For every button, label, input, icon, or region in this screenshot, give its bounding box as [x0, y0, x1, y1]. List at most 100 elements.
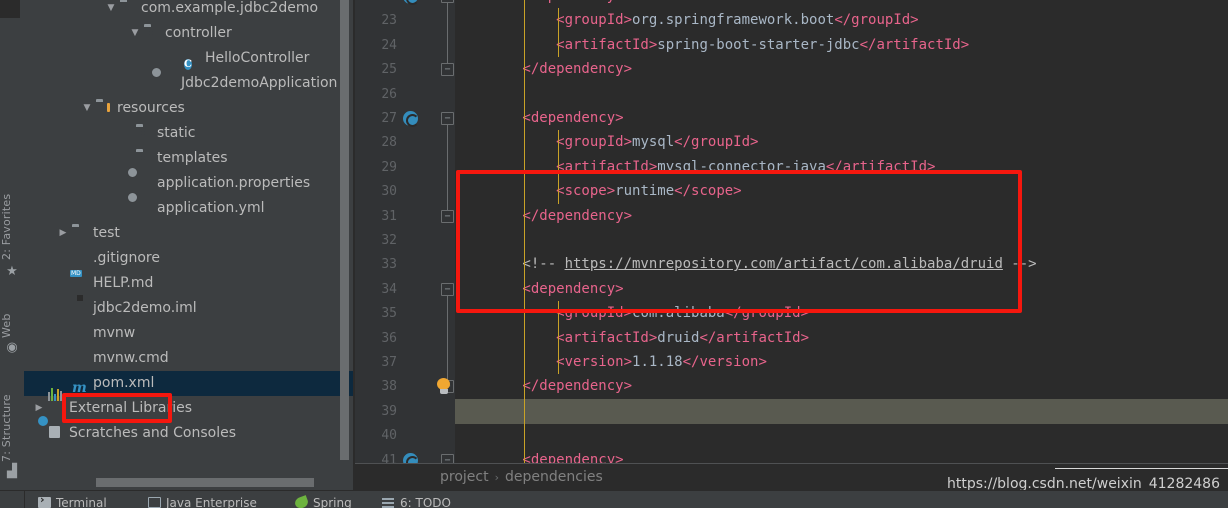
left-tool-strip: 2: Favorites ★ Web ◉ 7: Structure ▟: [0, 0, 24, 490]
xml-tag: </version>: [682, 354, 767, 370]
code-line[interactable]: <dependency>: [455, 277, 623, 302]
chevron-right-icon[interactable]: ▶: [56, 221, 70, 246]
code-line[interactable]: <artifactId>spring-boot-starter-jdbc</ar…: [455, 33, 969, 58]
xml-tag: </dependency>: [455, 378, 633, 395]
tree-node-com-example-jdbc2demo[interactable]: ▼ com.example.jdbc2demo: [24, 0, 355, 21]
fold-collapse-icon[interactable]: −: [441, 0, 454, 3]
tree-node-label: application.yml: [157, 200, 265, 216]
code-line[interactable]: <version>1.1.18</version>: [455, 350, 767, 375]
tree-node-controller[interactable]: ▼ controller: [24, 21, 355, 46]
tree-node-mvnw[interactable]: mvnw: [24, 321, 355, 346]
tool-window-tab-favorites[interactable]: 2: Favorites: [0, 182, 24, 260]
intention-bulb-icon[interactable]: [437, 378, 451, 395]
code-fold-connector: [447, 124, 448, 211]
status-bar-divider: [24, 490, 25, 508]
tool-strip-top-cap: [0, 0, 20, 18]
code-text-area[interactable]: <dependency> <groupId>org.springframewor…: [437, 0, 1228, 464]
project-tree-vertical-scrollbar[interactable]: [340, 0, 349, 490]
code-line[interactable]: <dependency>: [455, 448, 623, 464]
code-line[interactable]: <artifactId>druid</artifactId>: [455, 326, 809, 351]
tool-window-tab-web[interactable]: Web: [0, 300, 24, 338]
line-number: 38: [381, 379, 397, 395]
line-number: 30: [381, 184, 397, 200]
structure-icon: ▟: [7, 464, 17, 479]
xml-tag: <artifactId>: [455, 158, 658, 175]
xml-tag: </artifactId>: [699, 329, 810, 346]
tree-node-resources[interactable]: ▼ resources: [24, 96, 355, 121]
tree-node-mvnw-cmd[interactable]: mvnw.cmd: [24, 346, 355, 371]
fold-collapse-icon[interactable]: −: [441, 282, 454, 296]
project-tree-horizontal-scrollbar[interactable]: [96, 478, 314, 487]
maven-dependency-gutter-icon[interactable]: [403, 111, 419, 127]
indent-guide: [558, 130, 560, 204]
tree-node-jdbc2demoapplication[interactable]: Jdbc2demoApplication: [24, 71, 355, 96]
tree-node-external-libraries[interactable]: ▶ External Libraries: [24, 388, 355, 421]
tree-node-templates[interactable]: templates: [24, 146, 355, 171]
xml-tag: </groupId>: [674, 134, 759, 151]
spring-leaf-icon: [293, 495, 310, 508]
tool-window-button-terminal[interactable]: Terminal: [38, 492, 107, 508]
fold-end-icon[interactable]: −: [441, 209, 454, 223]
maven-dependency-gutter-icon[interactable]: [403, 0, 419, 5]
tree-node-scratches-and-consoles[interactable]: Scratches and Consoles: [24, 421, 355, 446]
editor-gutter[interactable]: 22−232425−2627−28293031−323334−35363738−…: [355, 0, 455, 464]
tree-node-application-yml[interactable]: application.yml: [24, 196, 355, 221]
chevron-down-icon[interactable]: ▼: [104, 0, 118, 21]
tree-node-help-md[interactable]: HELP.md: [24, 271, 355, 296]
tree-node-label: jdbc2demo.iml: [93, 300, 197, 316]
tree-node-label: pom.xml: [93, 375, 155, 391]
xml-tag: <groupId>: [455, 134, 633, 151]
fold-collapse-icon[interactable]: −: [441, 112, 454, 125]
tree-node-static[interactable]: static: [24, 121, 355, 146]
tool-window-tab-structure[interactable]: 7: Structure: [0, 378, 24, 462]
code-line[interactable]: <groupId>mysql</groupId>: [455, 130, 758, 155]
tree-node-label: templates: [157, 150, 228, 166]
code-line[interactable]: </dependency>: [455, 204, 632, 229]
tree-node-pom-xml[interactable]: m pom.xml: [24, 371, 355, 396]
tool-window-button-6-todo[interactable]: 6: TODO: [382, 495, 451, 508]
comment-url-link[interactable]: https://mvnrepository.com/artifact/com.a…: [565, 256, 1003, 272]
tree-node-gitignore[interactable]: .gitignore: [24, 246, 355, 271]
xml-tag: <dependency>: [455, 0, 623, 4]
fold-end-icon[interactable]: −: [441, 63, 454, 77]
code-line[interactable]: </dependency>: [455, 374, 632, 399]
terminal-icon: [38, 492, 51, 508]
spring-config-icon: [136, 201, 152, 217]
code-line[interactable]: <groupId>com.alibaba</groupId>: [455, 301, 809, 326]
xml-tag: <version>: [455, 354, 633, 370]
tree-node-label: test: [93, 225, 120, 241]
code-line[interactable]: <!-- https://mvnrepository.com/artifact/…: [455, 252, 1036, 277]
breadcrumb-item-project[interactable]: project: [440, 469, 489, 485]
line-number: 33: [381, 257, 397, 273]
code-editor[interactable]: 22−232425−2627−28293031−323334−35363738−…: [355, 0, 1228, 464]
indent-guide: [558, 301, 560, 375]
tree-node-application-properties[interactable]: application.properties: [24, 171, 355, 196]
tree-node-test[interactable]: ▶ test: [24, 221, 355, 246]
tree-node-jdbc2demo-iml[interactable]: jdbc2demo.iml: [24, 296, 355, 321]
xml-tag: </artifactId>: [859, 36, 970, 53]
package-folder-icon: [144, 26, 160, 42]
tree-node-label: resources: [117, 100, 185, 116]
tool-window-button-java-enterprise[interactable]: Java Enterprise: [148, 495, 257, 508]
code-line[interactable]: <dependency>: [455, 106, 623, 131]
breadcrumb-item-dependencies[interactable]: dependencies: [505, 469, 603, 485]
tree-node-label: Scratches and Consoles: [69, 425, 236, 441]
code-line[interactable]: <artifactId>mysql-connector-java</artifa…: [455, 155, 935, 180]
tree-node-hellocontroller[interactable]: C HelloController: [24, 46, 355, 71]
project-tool-window: ▼ com.example.jdbc2demo ▼ controller C HelloC…: [24, 0, 355, 490]
xml-text: 1.1.18: [632, 354, 683, 370]
scrollbar-thumb[interactable]: [340, 0, 349, 460]
line-number: 28: [381, 135, 397, 151]
xml-tag: </artifactId>: [825, 158, 936, 175]
chevron-down-icon[interactable]: ▼: [80, 96, 94, 121]
chevron-down-icon[interactable]: ▼: [128, 21, 142, 46]
xml-text: runtime: [615, 183, 675, 200]
tool-window-button-spring[interactable]: Spring: [293, 495, 352, 508]
file-icon: [72, 251, 88, 267]
folder-icon: [72, 226, 88, 242]
tool-window-button-label: 6: TODO: [400, 496, 451, 508]
xml-comment: <!--: [455, 256, 565, 273]
code-line[interactable]: </dependency>: [455, 57, 632, 82]
xml-text: druid: [657, 329, 700, 346]
code-line[interactable]: <scope>runtime</scope>: [455, 179, 741, 204]
